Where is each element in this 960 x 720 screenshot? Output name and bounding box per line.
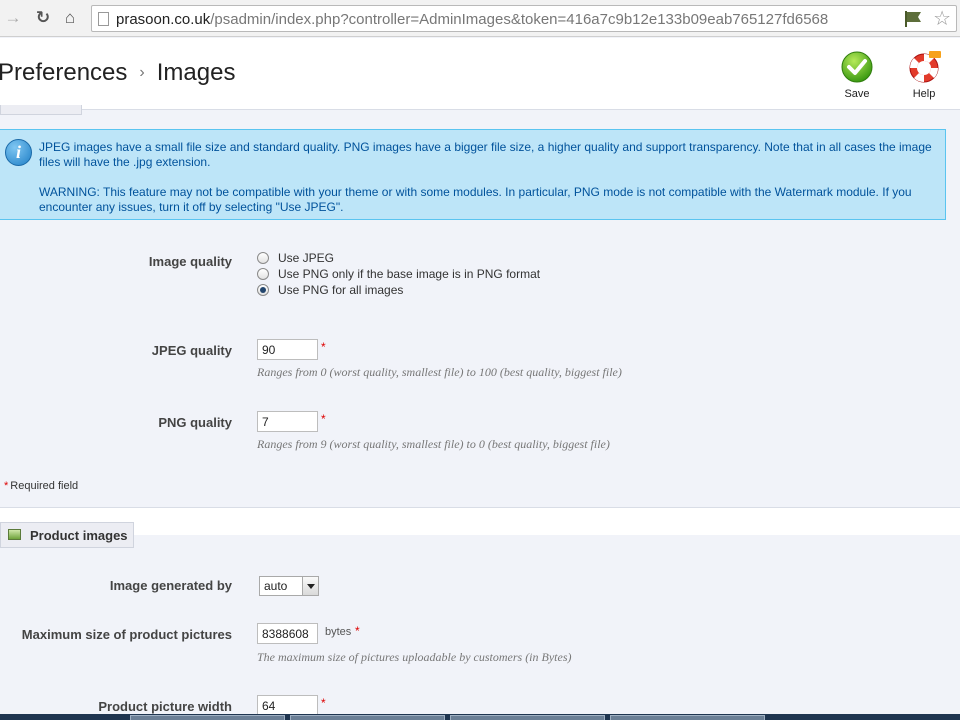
forward-icon[interactable]: → [3,8,23,28]
page-title: Images [156,59,236,86]
chevron-down-icon[interactable] [302,577,318,595]
required-marker: * [321,696,326,710]
jpeg-quality-hint: Ranges from 0 (worst quality, smallest f… [257,365,622,379]
radio-button[interactable] [257,252,269,264]
max-size-hint: The maximum size of pictures uploadable … [257,650,572,664]
checkmark-icon [841,51,873,83]
url-text[interactable]: prasoon.co.uk/psadmin/index.php?controll… [116,11,828,28]
taskbar-item[interactable] [610,715,765,720]
required-marker: * [4,480,9,492]
radio-use-jpeg[interactable]: Use JPEG [257,251,334,267]
picture-width-label: Product picture width [98,699,232,714]
bytes-unit: bytes [325,626,352,638]
browser-toolbar: → ↻ ⌂ prasoon.co.uk/psadmin/index.php?co… [0,0,960,37]
radio-label: Use JPEG [278,251,335,265]
image-quality-label: Image quality [148,254,232,269]
page-header: Preferences › Images Save Help [0,38,960,110]
required-marker: * [321,340,326,354]
picture-width-input[interactable] [257,695,318,716]
legend-title: Product images [30,528,128,543]
jpeg-quality-label: JPEG quality [151,343,232,358]
radio-label: Use PNG only if the base image is in PNG… [278,267,541,281]
radio-button[interactable] [257,268,269,280]
breadcrumb: Preferences › Images [0,59,235,87]
image-generated-by-label: Image generated by [109,578,232,593]
address-bar[interactable]: prasoon.co.uk/psadmin/index.php?controll… [91,5,957,32]
taskbar-item[interactable] [290,715,445,720]
warning-line: WARNING: This feature may not be compati… [39,185,912,214]
select-value: auto [264,579,288,593]
product-images-legend: Product images [0,522,134,548]
required-marker: * [321,412,326,426]
info-message: i JPEG images have a small file size and… [0,129,946,220]
required-marker: * [355,624,360,638]
image-settings-form: i JPEG images have a small file size and… [0,105,960,720]
info-icon: i [5,139,32,166]
required-field-note: * Required field [4,480,78,492]
page-icon [98,12,109,26]
breadcrumb-parent[interactable]: Preferences [0,59,127,86]
help-button[interactable]: Help [902,51,946,100]
taskbar-item[interactable] [450,715,605,720]
radio-use-png-if-png[interactable]: Use PNG only if the base image is in PNG… [257,267,540,283]
png-quality-hint: Ranges from 9 (worst quality, smallest f… [257,437,610,451]
info-line: JPEG images have a small file size and s… [39,140,932,169]
save-button[interactable]: Save [835,51,879,100]
radio-button-selected[interactable] [257,284,269,296]
radio-use-png-all[interactable]: Use PNG for all images [257,283,403,299]
required-field-text: Required field [10,480,79,492]
info-text: JPEG images have a small file size and s… [39,140,939,215]
os-taskbar [0,714,960,720]
reload-icon[interactable]: ↻ [33,8,53,28]
max-size-input[interactable] [257,623,318,644]
help-label: Help [912,88,936,100]
bookmark-star-icon[interactable]: ☆ [933,7,951,31]
section-divider [0,507,960,535]
image-generated-by-select[interactable]: auto [259,576,319,596]
fieldset-legend [0,105,82,115]
max-size-label: Maximum size of product pictures [21,627,232,642]
url-path: /psadmin/index.php?controller=AdminImage… [210,11,829,28]
image-icon [8,529,21,540]
radio-label: Use PNG for all images [278,283,404,297]
home-icon[interactable]: ⌂ [60,8,80,28]
flag-icon[interactable] [903,10,923,28]
chevron-right-icon: › [139,64,145,81]
lifebuoy-icon [909,51,941,83]
save-label: Save [844,88,870,100]
png-quality-label: PNG quality [158,415,232,430]
jpeg-quality-input[interactable] [257,339,318,360]
png-quality-input[interactable] [257,411,318,432]
taskbar-item[interactable] [130,715,285,720]
url-host: prasoon.co.uk [116,11,211,28]
